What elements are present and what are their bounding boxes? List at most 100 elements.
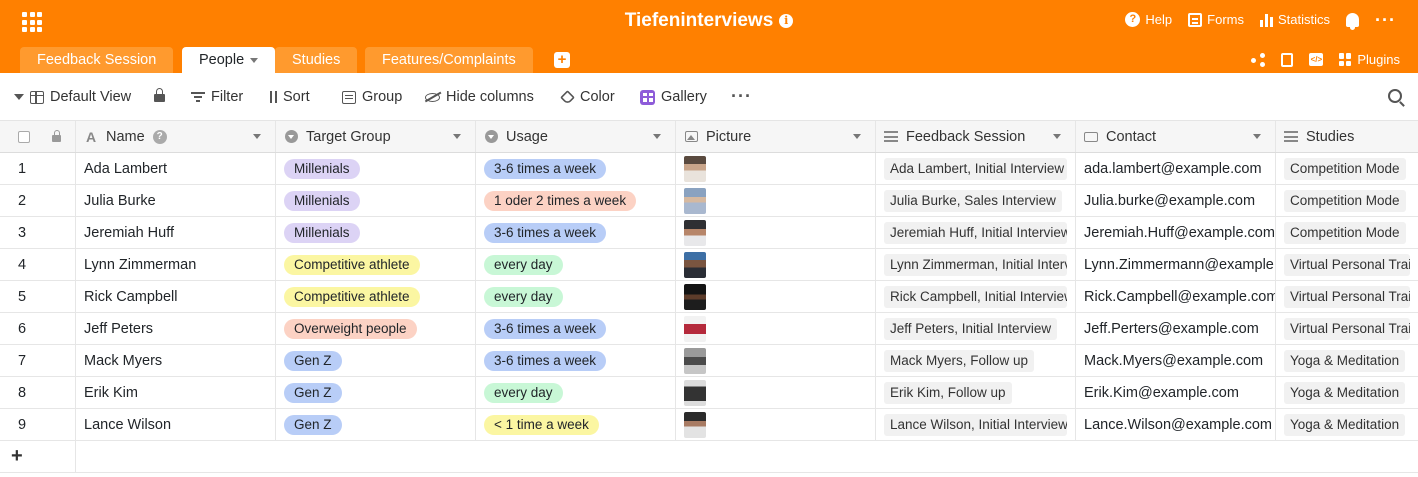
feedback-session-cell[interactable]: Ada Lambert, Initial Interview <box>876 153 1076 184</box>
linked-record-tag[interactable]: Julia Burke, Sales Interview <box>884 189 1062 212</box>
row-number[interactable]: 6 <box>0 313 76 344</box>
linked-record-tag[interactable]: Virtual Personal Trainer <box>1284 253 1410 276</box>
usage-cell[interactable]: 3-6 times a week <box>476 345 676 376</box>
studies-cell[interactable]: Virtual Personal Trainer <box>1276 313 1418 344</box>
person-photo-thumbnail[interactable] <box>684 315 706 342</box>
column-header-picture[interactable]: Picture <box>676 121 876 152</box>
help-icon[interactable]: ? <box>152 129 167 144</box>
name-cell[interactable]: Erik Kim <box>76 377 276 408</box>
lock-view-button[interactable] <box>154 88 165 102</box>
contact-cell[interactable]: Jeremiah.Huff@example.com <box>1076 217 1276 248</box>
feedback-session-cell[interactable]: Erik Kim, Follow up <box>876 377 1076 408</box>
view-selector[interactable]: Default View <box>14 89 131 105</box>
feedback-session-cell[interactable]: Lynn Zimmerman, Initial Interview <box>876 249 1076 280</box>
picture-cell[interactable] <box>676 345 876 376</box>
table-row[interactable]: 8 Erik Kim Gen Z every day Erik Kim, Follow … <box>0 377 1418 409</box>
tab-features-complaints[interactable]: Features/Complaints <box>365 47 533 73</box>
share-icon[interactable] <box>1251 52 1266 67</box>
column-header-name[interactable]: A Name ? <box>76 121 276 152</box>
group-button[interactable]: Group <box>342 89 402 105</box>
row-number[interactable]: 4 <box>0 249 76 280</box>
column-menu-icon[interactable] <box>1053 134 1061 139</box>
row-number[interactable]: 5 <box>0 281 76 312</box>
contact-cell[interactable]: Mack.Myers@example.com <box>1076 345 1276 376</box>
contact-cell[interactable]: Julia.burke@example.com <box>1076 185 1276 216</box>
chevron-down-icon[interactable] <box>250 57 259 63</box>
tab-feedback-session[interactable]: Feedback Session <box>20 47 174 73</box>
feedback-session-cell[interactable]: Jeff Peters, Initial Interview <box>876 313 1076 344</box>
row-number[interactable]: 3 <box>0 217 76 248</box>
linked-record-tag[interactable]: Competition Mode <box>1284 189 1406 212</box>
studies-cell[interactable]: Competition Mode <box>1276 185 1418 216</box>
studies-cell[interactable]: Competition Mode <box>1276 153 1418 184</box>
table-row[interactable]: 3 Jeremiah Huff Millenials 3-6 times a week… <box>0 217 1418 249</box>
document-icon[interactable] <box>1281 52 1294 67</box>
target-group-cell[interactable]: Millenials <box>276 217 476 248</box>
name-cell[interactable]: Mack Myers <box>76 345 276 376</box>
usage-cell[interactable]: < 1 time a week <box>476 409 676 440</box>
column-menu-icon[interactable] <box>253 134 261 139</box>
studies-cell[interactable]: Virtual Personal Trainer <box>1276 281 1418 312</box>
linked-record-tag[interactable]: Erik Kim, Follow up <box>884 381 1012 404</box>
contact-cell[interactable]: Rick.Campbell@example.com <box>1076 281 1276 312</box>
linked-record-tag[interactable]: Yoga & Meditation <box>1284 349 1406 372</box>
linked-record-tag[interactable]: Yoga & Meditation <box>1284 413 1406 436</box>
target-group-cell[interactable]: Gen Z <box>276 409 476 440</box>
contact-cell[interactable]: ada.lambert@example.com <box>1076 153 1276 184</box>
filter-button[interactable]: Filter <box>191 89 243 105</box>
usage-cell[interactable]: 1 oder 2 times a week <box>476 185 676 216</box>
studies-cell[interactable]: Virtual Personal Trainer <box>1276 249 1418 280</box>
api-code-icon[interactable]: </> <box>1309 53 1324 66</box>
usage-cell[interactable]: every day <box>476 249 676 280</box>
contact-cell[interactable]: Erik.Kim@example.com <box>1076 377 1276 408</box>
hide-columns-button[interactable]: Hide columns <box>425 89 534 105</box>
search-icon[interactable] <box>1388 89 1402 103</box>
notifications-button[interactable] <box>1346 12 1360 30</box>
target-group-cell[interactable]: Competitive athlete <box>276 249 476 280</box>
column-menu-icon[interactable] <box>653 134 661 139</box>
usage-cell[interactable]: 3-6 times a week <box>476 313 676 344</box>
contact-cell[interactable]: Lynn.Zimmermann@example.com <box>1076 249 1276 280</box>
name-cell[interactable]: Julia Burke <box>76 185 276 216</box>
table-row[interactable]: 2 Julia Burke Millenials 1 oder 2 times a w… <box>0 185 1418 217</box>
toolbar-more-button[interactable]: ··· <box>731 87 752 105</box>
feedback-session-cell[interactable]: Mack Myers, Follow up <box>876 345 1076 376</box>
target-group-cell[interactable]: Competitive athlete <box>276 281 476 312</box>
feedback-session-cell[interactable]: Rick Campbell, Initial Interview <box>876 281 1076 312</box>
linked-record-tag[interactable]: Competition Mode <box>1284 157 1406 180</box>
picture-cell[interactable] <box>676 377 876 408</box>
name-cell[interactable]: Jeff Peters <box>76 313 276 344</box>
picture-cell[interactable] <box>676 249 876 280</box>
picture-cell[interactable] <box>676 153 876 184</box>
contact-cell[interactable]: Lance.Wilson@example.com <box>1076 409 1276 440</box>
select-all-checkbox[interactable] <box>18 130 30 143</box>
studies-cell[interactable]: Competition Mode <box>1276 217 1418 248</box>
table-row[interactable]: 7 Mack Myers Gen Z 3-6 times a week Mack Mye… <box>0 345 1418 377</box>
linked-record-tag[interactable]: Competition Mode <box>1284 221 1406 244</box>
column-menu-icon[interactable] <box>853 134 861 139</box>
statistics-button[interactable]: Statistics <box>1260 12 1330 27</box>
name-cell[interactable]: Lance Wilson <box>76 409 276 440</box>
name-cell[interactable]: Rick Campbell <box>76 281 276 312</box>
row-number[interactable]: 9 <box>0 409 76 440</box>
target-group-cell[interactable]: Overweight people <box>276 313 476 344</box>
linked-record-tag[interactable]: Mack Myers, Follow up <box>884 349 1035 372</box>
usage-cell[interactable]: 3-6 times a week <box>476 217 676 248</box>
column-header-target-group[interactable]: Target Group <box>276 121 476 152</box>
add-row-button[interactable]: + <box>0 441 76 472</box>
linked-record-tag[interactable]: Ada Lambert, Initial Interview <box>884 157 1067 180</box>
table-row[interactable]: 4 Lynn Zimmerman Competitive athlete every … <box>0 249 1418 281</box>
studies-cell[interactable]: Yoga & Meditation <box>1276 409 1418 440</box>
more-menu-button[interactable]: ··· <box>1375 11 1396 29</box>
target-group-cell[interactable]: Millenials <box>276 153 476 184</box>
studies-cell[interactable]: Yoga & Meditation <box>1276 345 1418 376</box>
tab-studies[interactable]: Studies <box>275 47 358 73</box>
linked-record-tag[interactable]: Lynn Zimmerman, Initial Interview <box>884 253 1067 276</box>
info-icon[interactable]: i <box>779 14 794 28</box>
tab-people[interactable]: People <box>182 47 276 73</box>
name-cell[interactable]: Ada Lambert <box>76 153 276 184</box>
row-number[interactable]: 7 <box>0 345 76 376</box>
name-cell[interactable]: Lynn Zimmerman <box>76 249 276 280</box>
column-header-studies[interactable]: Studies <box>1276 121 1418 152</box>
column-header-usage[interactable]: Usage <box>476 121 676 152</box>
